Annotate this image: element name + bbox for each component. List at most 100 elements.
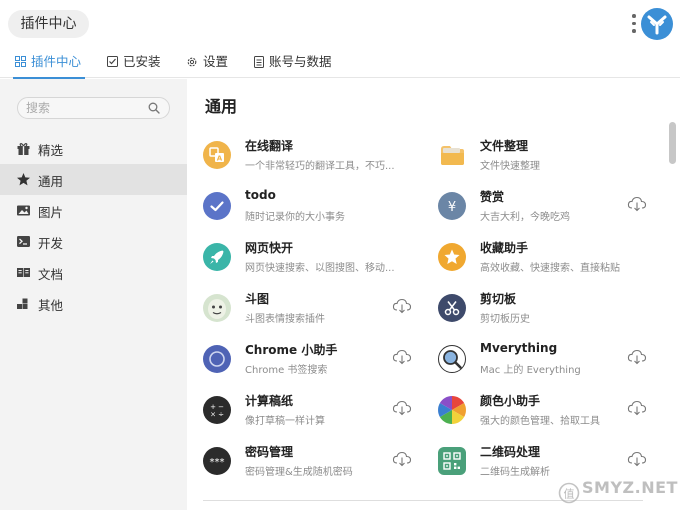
watermark-text: SMYZ.NET <box>582 478 678 497</box>
plugin-desc: Mac 上的 Everything <box>480 365 581 376</box>
svg-text:A: A <box>217 155 223 163</box>
plugin-desc: 剪切板历史 <box>480 314 530 325</box>
plugin-name: 计算稿纸 <box>245 394 294 408</box>
svg-text:***: *** <box>210 457 225 468</box>
plugin-desc: 强大的颜色管理、拾取工具 <box>480 416 600 427</box>
plugin-desc: 像打草稿一样计算 <box>245 416 325 427</box>
cloud-download-icon[interactable] <box>392 349 412 365</box>
sidebar-item-other[interactable]: 其他 <box>0 288 187 319</box>
yen-icon: ¥ <box>438 192 466 220</box>
cloud-download-icon[interactable] <box>392 400 412 416</box>
app-logo-icon[interactable] <box>641 8 673 40</box>
plugin-name: 颜色小助手 <box>480 394 541 408</box>
tab-account-data[interactable]: 账号与数据 <box>254 48 332 78</box>
plugin-item-clipboard[interactable]: 剪切板 剪切板历史 <box>422 288 657 333</box>
translate-icon: A <box>203 141 231 169</box>
star-icon <box>17 173 30 186</box>
plugin-desc: 高效收藏、快速搜索、直接粘贴 <box>480 263 620 274</box>
cloud-download-icon[interactable] <box>627 196 647 212</box>
calculator-icon: + − × ÷ <box>203 396 231 424</box>
check-icon <box>203 192 231 220</box>
tab-label: 插件中心 <box>31 54 82 69</box>
plugin-item-meme[interactable]: 斗图 斗图表情搜索插件 <box>187 288 422 333</box>
rocket-icon <box>203 243 231 271</box>
plugin-item-password-manager[interactable]: *** 密码管理 密码管理&生成随机密码 <box>187 441 422 486</box>
tab-bar: 插件中心 已安装 设置 账号与数据 <box>0 48 680 79</box>
plugin-name: todo <box>245 188 276 202</box>
sidebar-item-label: 开发 <box>38 236 64 251</box>
plugin-center-window: 插件中心 插件中心 已安装 设置 账号与数据 搜索 精选 通用 图片 开发 文档… <box>0 0 680 510</box>
image-icon <box>17 205 30 216</box>
blocks-icon <box>17 298 28 309</box>
plugin-item-translate[interactable]: A 在线翻译 一个非常轻巧的翻译工具，不巧... <box>187 135 422 180</box>
plugin-name: 收藏助手 <box>480 241 529 255</box>
magnifier-icon <box>438 345 466 373</box>
plugin-name: Mverything <box>480 341 558 355</box>
header: 插件中心 插件中心 已安装 设置 账号与数据 <box>0 0 680 79</box>
sidebar-item-label: 通用 <box>38 174 64 189</box>
tab-plugin-center[interactable]: 插件中心 <box>12 48 86 79</box>
cloud-download-icon[interactable] <box>392 298 412 314</box>
chrome-circle-icon <box>203 345 231 373</box>
plugin-item-todo[interactable]: todo 随时记录你的大小事务 <box>187 186 422 231</box>
plugin-desc: 网页快速搜索、以图搜图、移动... <box>245 263 395 274</box>
window-title: 插件中心 <box>8 10 89 38</box>
svg-text:值: 值 <box>564 488 575 501</box>
tab-settings[interactable]: 设置 <box>186 48 228 78</box>
plugin-desc: 斗图表情搜索插件 <box>245 314 325 325</box>
cloud-download-icon[interactable] <box>627 451 647 467</box>
plugin-item-favorites[interactable]: 收藏助手 高效收藏、快速搜索、直接粘贴 <box>422 237 657 282</box>
more-menu-icon[interactable] <box>629 14 639 36</box>
sidebar-item-featured[interactable]: 精选 <box>0 133 187 164</box>
folder-icon <box>441 146 464 165</box>
gear-icon <box>187 57 197 67</box>
bookmark-star-icon <box>438 243 466 271</box>
plugin-item-chrome-helper[interactable]: Chrome 小助手 Chrome 书签搜索 <box>187 339 422 384</box>
plugin-item-calc-paper[interactable]: + − × ÷ 计算稿纸 像打草稿一样计算 <box>187 390 422 435</box>
sidebar: 精选 通用 图片 开发 <box>0 79 187 510</box>
sidebar-item-general[interactable]: 通用 <box>0 164 187 195</box>
plugin-name: 网页快开 <box>245 241 294 255</box>
password-dots-icon: *** <box>203 447 231 475</box>
cloud-download-icon[interactable] <box>627 349 647 365</box>
plugin-name: 二维码处理 <box>480 445 541 459</box>
meme-face-icon <box>203 294 231 322</box>
sidebar-item-documents[interactable]: 文档 <box>0 257 187 288</box>
plugin-name: 密码管理 <box>245 445 294 459</box>
sidebar-item-label: 其他 <box>38 298 64 313</box>
plugin-item-color-helper[interactable]: 颜色小助手 强大的颜色管理、拾取工具 <box>422 390 657 435</box>
search-input[interactable] <box>26 100 144 116</box>
svg-text:¥: ¥ <box>448 200 456 215</box>
checkbox-icon <box>107 56 118 67</box>
plugin-desc: 一个非常轻巧的翻译工具，不巧... <box>245 161 395 172</box>
clipboard-icon <box>438 294 466 322</box>
cloud-download-icon[interactable] <box>627 400 647 416</box>
tab-label: 已安装 <box>123 54 161 69</box>
tab-installed[interactable]: 已安装 <box>107 48 161 78</box>
plugin-item-web-quick-open[interactable]: 网页快开 网页快速搜索、以图搜图、移动... <box>187 237 422 282</box>
plugin-name: 在线翻译 <box>245 139 294 153</box>
gift-icon <box>17 143 30 155</box>
plugin-desc: 二维码生成解析 <box>480 467 550 478</box>
search-icon[interactable] <box>148 102 160 114</box>
plugin-desc: 随时记录你的大小事务 <box>245 212 345 223</box>
plugin-name: 赞赏 <box>480 190 505 204</box>
plugin-desc: 文件快速整理 <box>480 161 540 172</box>
sidebar-item-label: 精选 <box>38 143 64 158</box>
tab-label: 设置 <box>203 54 229 69</box>
plugin-item-file-organize[interactable]: 文件整理 文件快速整理 <box>422 135 657 180</box>
section-title: 通用 <box>205 97 238 116</box>
sidebar-item-development[interactable]: 开发 <box>0 226 187 257</box>
plugin-item-reward[interactable]: ¥ 赞赏 大吉大利，今晚吃鸡 <box>422 186 657 231</box>
plugin-item-mverything[interactable]: Mverything Mac 上的 Everything <box>422 339 657 384</box>
scrollbar-thumb[interactable] <box>669 122 676 164</box>
sidebar-item-label: 图片 <box>38 205 64 220</box>
plugin-name: 斗图 <box>245 292 270 306</box>
watermark-logo-icon: 值 <box>558 482 580 504</box>
plugin-name: 文件整理 <box>480 139 529 153</box>
plugin-name: 剪切板 <box>480 292 517 306</box>
cloud-download-icon[interactable] <box>392 451 412 467</box>
svg-text:×: × <box>210 411 216 419</box>
sidebar-item-images[interactable]: 图片 <box>0 195 187 226</box>
plugin-name: Chrome 小助手 <box>245 343 338 357</box>
